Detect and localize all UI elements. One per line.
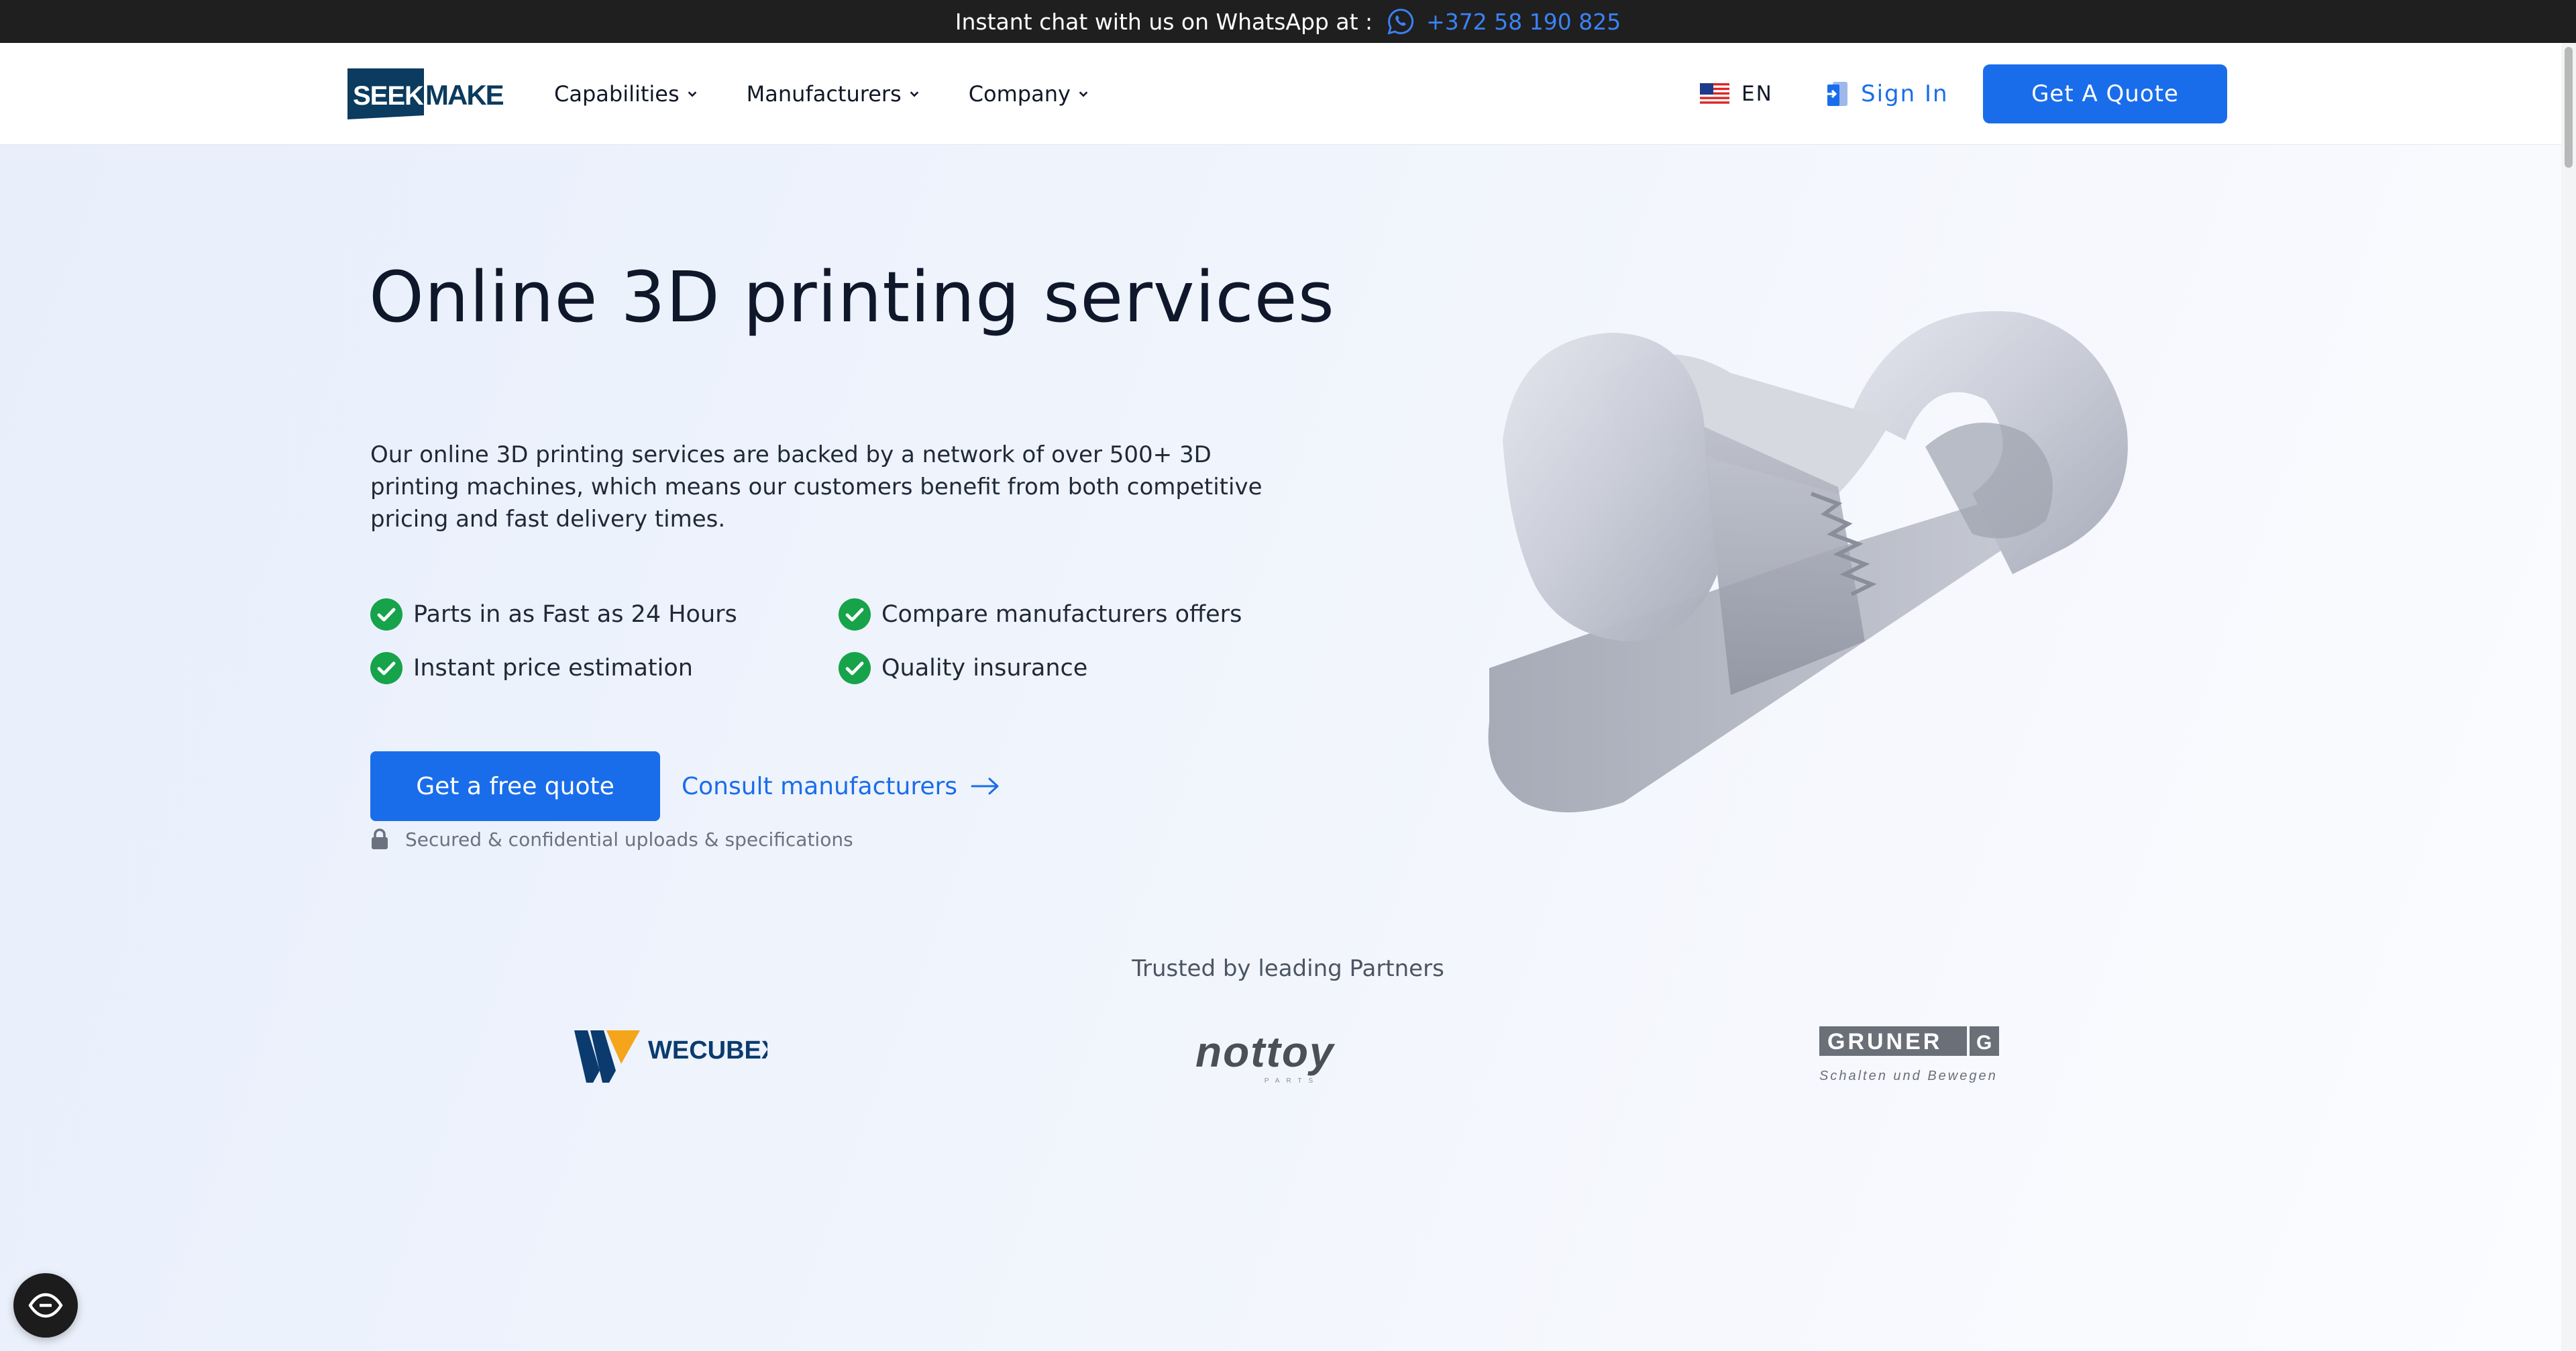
feature-label: Parts in as Fast as 24 Hours [413,601,737,628]
accessibility-button[interactable] [13,1273,78,1338]
nottoy-subtext: PARTS [1265,1077,1320,1085]
sign-in-label: Sign In [1861,80,1949,107]
check-circle-icon [370,652,402,684]
secure-note-text: Secured & confidential uploads & specifi… [405,828,853,851]
3d-printed-clip-image [1488,311,2128,812]
svg-text:G: G [1976,1032,1992,1054]
page-scrollbar[interactable] [2561,43,2576,1351]
nav-capabilities[interactable]: Capabilities [554,81,698,107]
arrow-right-icon [971,777,1000,796]
us-flag-icon [1700,83,1729,105]
whatsapp-icon[interactable] [1386,7,1415,36]
consult-manufacturers-link[interactable]: Consult manufacturers [682,751,1000,821]
whatsapp-chat-text: Instant chat with us on WhatsApp at : [955,8,1373,35]
feature-item: Compare manufacturers offers [839,598,1308,631]
seekmake-logo[interactable]: SEEK MAKE [347,67,506,121]
nav-manufacturers-label: Manufacturers [746,81,902,107]
nav-manufacturers[interactable]: Manufacturers [747,81,920,107]
consult-manufacturers-label: Consult manufacturers [682,772,958,800]
gruner-tagline: Schalten und Bewegen [1819,1069,1998,1083]
wecubex-logo: WECUBEX [574,1030,767,1083]
gruner-wordmark: GRUNER [1827,1029,1942,1055]
nottoy-wordmark: nottoy [1195,1028,1336,1076]
get-a-quote-button[interactable]: Get A Quote [1983,64,2227,123]
chevron-down-icon [908,88,920,100]
gruner-logo: GRUNER G Schalten und Bewegen [1819,1026,1999,1083]
nav-capabilities-label: Capabilities [554,81,680,107]
sign-in-icon [1825,80,1849,107]
feature-item: Quality insurance [839,652,1308,684]
language-selector[interactable]: EN [1700,43,1773,145]
accessibility-eye-icon [28,1292,64,1319]
hero-section: Online 3D printing services Our online 3… [0,145,2576,1351]
feature-label: Quality insurance [881,655,1088,682]
chevron-down-icon [1077,88,1089,100]
check-circle-icon [839,598,871,631]
wecubex-wordmark: WECUBEX [648,1036,767,1065]
hero-description: Our online 3D printing services are back… [370,441,1263,533]
feature-label: Instant price estimation [413,655,693,682]
main-navigation: Capabilities Manufacturers Company [554,43,1089,145]
svg-text:SEEK: SEEK [353,81,424,111]
check-circle-icon [839,652,871,684]
feature-list: Parts in as Fast as 24 Hours Compare man… [370,598,1309,684]
whatsapp-phone-link[interactable]: +372 58 190 825 [1426,9,1621,35]
svg-text:MAKE: MAKE [425,79,504,111]
page-title: Online 3D printing services [369,256,1335,338]
language-label: EN [1741,82,1773,106]
feature-label: Compare manufacturers offers [881,601,1242,628]
feature-item: Parts in as Fast as 24 Hours [370,598,839,631]
nottoy-logo: nottoy PARTS [1195,1028,1336,1085]
get-free-quote-button[interactable]: Get a free quote [370,751,660,821]
nav-company-label: Company [968,81,1071,107]
secure-upload-note: Secured & confidential uploads & specifi… [370,828,853,851]
nav-company[interactable]: Company [969,81,1089,107]
check-circle-icon [370,598,402,631]
feature-item: Instant price estimation [370,652,839,684]
chevron-down-icon [686,88,698,100]
lock-icon [370,828,389,851]
scrollbar-thumb[interactable] [2565,47,2573,168]
sign-in-link[interactable]: Sign In [1825,43,1949,145]
partners-heading: Trusted by leading Partners [1132,955,1444,982]
whatsapp-announcement-bar: Instant chat with us on WhatsApp at : +3… [0,0,2576,43]
site-header: SEEK MAKE Capabilities Manufacturers Com… [0,43,2576,145]
